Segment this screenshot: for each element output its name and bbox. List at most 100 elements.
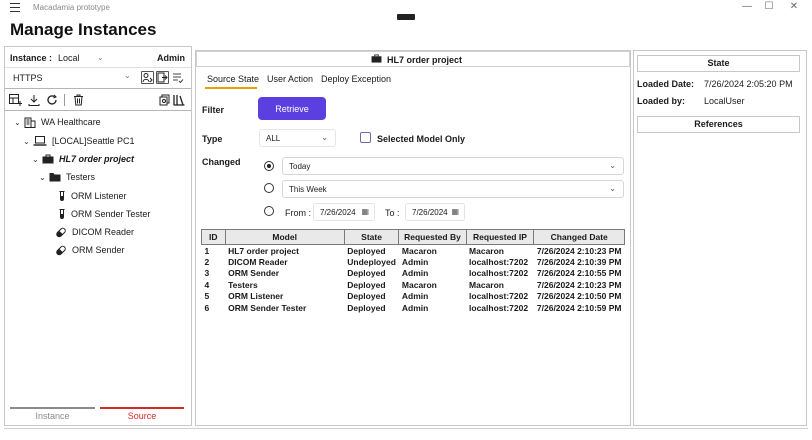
table-row[interactable]: 4 Testers Deployed Macaron Macaron 7/26/… — [202, 279, 625, 291]
instance-select[interactable]: Local — [58, 53, 80, 63]
maximize-button[interactable]: ☐ — [762, 2, 776, 12]
cell-requested-ip: Macaron — [469, 279, 504, 290]
tree-node-folder[interactable]: ⌄ Testers — [38, 171, 95, 183]
type-select[interactable]: ALL ⌄ — [259, 129, 336, 147]
column-header[interactable]: Requested By — [398, 229, 467, 245]
refresh-icon[interactable] — [46, 94, 58, 108]
today-select-value: Today — [289, 162, 311, 171]
download-icon[interactable] — [28, 94, 40, 108]
this-week-select[interactable]: This Week ⌄ — [282, 180, 624, 198]
tree-label: DICOM Reader — [72, 227, 135, 237]
briefcase-icon — [42, 154, 54, 164]
changed-label: Changed — [202, 157, 241, 167]
cell-id: 6 — [204, 302, 210, 313]
column-header[interactable]: Changed Date — [533, 229, 625, 245]
column-header[interactable]: State — [343, 229, 400, 245]
tab-indicator-source — [100, 407, 184, 409]
column-header[interactable]: Requested IP — [465, 229, 535, 245]
chevron-down-icon: ⌄ — [321, 133, 328, 142]
table-row[interactable]: 3 ORM Sender Deployed Admin localhost:72… — [202, 268, 625, 280]
selected-model-only-checkbox[interactable] — [360, 132, 371, 143]
cell-requested-ip: localhost:7202 — [469, 291, 529, 302]
tree-label: HL7 order project — [59, 154, 135, 164]
divider — [5, 110, 191, 111]
radio-today[interactable] — [264, 161, 274, 171]
tree-node-project[interactable]: ⌄ HL7 order project — [31, 153, 134, 165]
library-icon[interactable] — [173, 94, 186, 108]
hamburger-menu-icon[interactable] — [10, 3, 20, 12]
cell-state: Deployed — [347, 279, 386, 290]
loaded-date-label: Loaded Date: — [637, 79, 695, 89]
tab-deploy-exception[interactable]: Deploy Exception — [321, 74, 391, 84]
briefcase-icon — [371, 54, 382, 65]
tab-source-state[interactable]: Source State — [207, 74, 259, 84]
tab-instance[interactable]: Instance — [10, 411, 95, 421]
tree-node-machine[interactable]: ⌄ [LOCAL]Seattle PC1 — [22, 135, 135, 147]
cell-changed-date: 7/26/2024 2:10:50 PM — [536, 291, 622, 302]
cell-model: HL7 order project — [228, 245, 299, 256]
column-header[interactable]: Model — [224, 229, 345, 245]
tree-node-item[interactable]: ORM Sender Tester — [58, 208, 150, 220]
radio-date-range[interactable] — [264, 206, 274, 216]
cell-state: Deployed — [347, 302, 386, 313]
tree-node-org[interactable]: ⌄ WA Healthcare — [13, 116, 101, 128]
status-bar-border — [4, 428, 808, 429]
tab-indicator-instance — [10, 407, 95, 409]
chevron-down-icon[interactable]: ⌄ — [38, 173, 47, 182]
delete-icon[interactable] — [73, 94, 84, 108]
table-row[interactable]: 5 ORM Listener Deployed Admin localhost:… — [202, 291, 625, 303]
copy-settings-icon[interactable] — [159, 94, 171, 108]
cell-id: 2 — [204, 256, 210, 267]
from-date-picker[interactable]: 7/26/2024 ▦ — [313, 203, 375, 221]
tree-label: ORM Sender — [72, 245, 125, 255]
to-date-picker[interactable]: 7/26/2024 ▦ — [405, 203, 465, 221]
chevron-down-icon[interactable]: ⌄ — [124, 71, 131, 80]
tree-node-item[interactable]: DICOM Reader — [53, 226, 134, 238]
cell-model: Testers — [228, 279, 258, 290]
tree-node-item[interactable]: ORM Sender — [53, 244, 125, 256]
cell-state: Undeployed — [347, 256, 396, 267]
tree-label: ORM Sender Tester — [71, 209, 151, 219]
table-row[interactable]: 2 DICOM Reader Undeployed Admin localhos… — [202, 256, 625, 268]
tab-source[interactable]: Source — [100, 411, 184, 421]
retrieve-button[interactable]: Retrieve — [258, 97, 326, 120]
type-label: Type — [202, 134, 223, 144]
selected-model-only-label: Selected Model Only — [377, 134, 466, 144]
tree-node-item[interactable]: ORM Listener — [58, 190, 127, 202]
cell-changed-date: 7/26/2024 2:10:23 PM — [536, 245, 622, 256]
cell-id: 4 — [204, 279, 210, 290]
minimize-button[interactable]: — — [740, 2, 754, 12]
source-state-table: ID Model State Requested By Requested IP… — [201, 229, 625, 314]
this-week-select-value: This Week — [289, 185, 327, 194]
chevron-down-icon: ⌄ — [609, 184, 616, 193]
cell-requested-by: Admin — [401, 291, 429, 302]
protocol-select[interactable]: HTTPS — [13, 73, 43, 83]
cell-requested-ip: localhost:7202 — [469, 268, 529, 279]
table-row[interactable]: 6 ORM Sender Tester Deployed Admin local… — [202, 302, 625, 314]
chevron-down-icon[interactable]: ⌄ — [97, 53, 104, 62]
chevron-down-icon[interactable]: ⌄ — [22, 137, 31, 146]
tree-label: WA Healthcare — [41, 117, 101, 127]
cell-model: DICOM Reader — [228, 256, 288, 267]
tab-user-action[interactable]: User Action — [267, 74, 313, 84]
cell-model: ORM Listener — [228, 291, 284, 302]
today-select[interactable]: Today ⌄ — [282, 157, 624, 175]
table-row[interactable]: 1 HL7 order project Deployed Macaron Mac… — [202, 245, 625, 257]
radio-this-week[interactable] — [264, 183, 274, 193]
test-tube-icon — [58, 209, 66, 219]
add-instance-icon[interactable] — [9, 94, 22, 108]
close-button[interactable]: ✕ — [787, 2, 801, 12]
column-header[interactable]: ID — [201, 229, 226, 245]
calendar-icon: ▦ — [451, 207, 459, 216]
cell-changed-date: 7/26/2024 2:10:39 PM — [536, 256, 622, 267]
checklist-icon[interactable] — [172, 72, 184, 84]
chevron-down-icon[interactable]: ⌄ — [13, 118, 22, 127]
logout-button[interactable] — [156, 71, 169, 84]
app-title: Macadamia prototype — [33, 3, 110, 12]
cell-id: 5 — [204, 291, 210, 302]
folder-icon — [49, 172, 61, 182]
chevron-down-icon[interactable]: ⌄ — [31, 155, 40, 164]
active-tab-indicator — [205, 87, 257, 89]
table-header-row: ID Model State Requested By Requested IP… — [201, 229, 625, 245]
user-settings-button[interactable] — [141, 71, 154, 84]
